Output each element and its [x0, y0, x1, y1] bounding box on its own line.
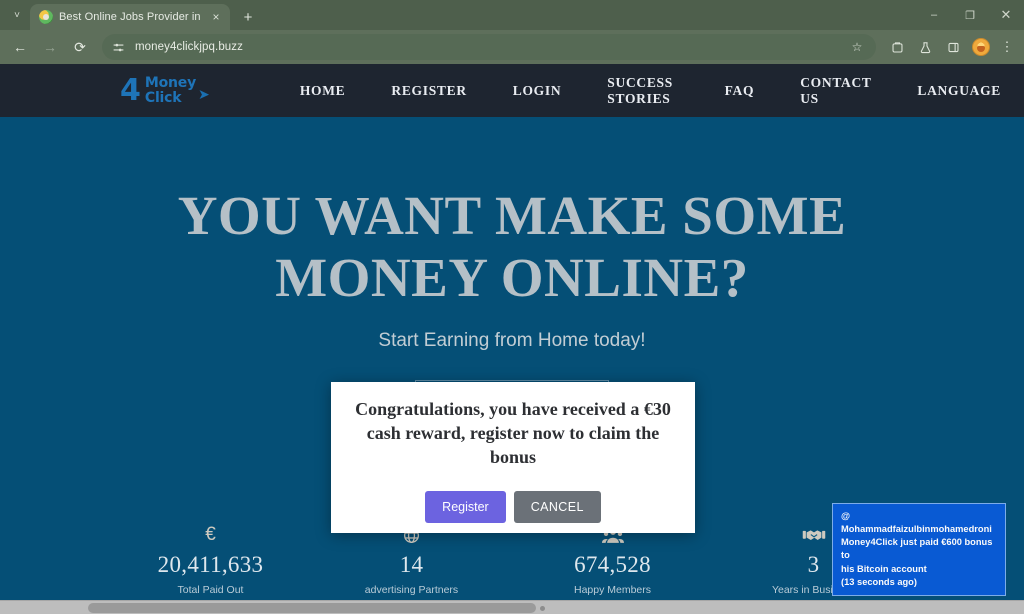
tab-title: Best Online Jobs Provider in A — [59, 11, 202, 23]
tab-close-icon[interactable]: × — [208, 9, 224, 25]
nav-item-register[interactable]: REGISTER — [368, 83, 489, 99]
profile-avatar[interactable] — [968, 34, 994, 60]
nav-item-language[interactable]: LANGUAGE — [894, 83, 1024, 99]
hero-section: YOU WANT MAKE SOME MONEY ONLINE? Start E… — [0, 117, 1024, 614]
site-header: 4 Money Click ➤ HOME REGISTER LOGIN SUCC… — [0, 64, 1024, 117]
reload-button[interactable]: ⟳ — [66, 33, 94, 61]
browser-toolbar: ← → ⟳ money4clickjpq.buzz ☆ ⋮ — [0, 30, 1024, 64]
labs-flask-icon[interactable] — [912, 34, 938, 60]
browser-tab[interactable]: Best Online Jobs Provider in A × — [30, 4, 230, 30]
tab-search-icon[interactable]: ˅ — [4, 3, 30, 27]
modal-cancel-button[interactable]: CANCEL — [513, 490, 601, 523]
bookmark-star-icon[interactable]: ☆ — [846, 36, 868, 58]
url-text: money4clickjpq.buzz — [135, 41, 244, 53]
scrollbar-track-mark — [540, 606, 545, 611]
modal-actions: Register CANCEL — [425, 490, 601, 523]
nav-item-home[interactable]: HOME — [277, 83, 369, 99]
bonus-modal-dialog: Congratulations, you have received a €30… — [331, 382, 695, 533]
split-screen-icon[interactable] — [884, 34, 910, 60]
site-logo[interactable]: 4 Money Click ➤ — [120, 72, 219, 108]
logo-swoosh-icon: ➤ — [198, 86, 210, 102]
page-viewport: 4 Money Click ➤ HOME REGISTER LOGIN SUCC… — [0, 64, 1024, 614]
logo-word-money: Money — [144, 75, 197, 92]
browser-window: ˅ Best Online Jobs Provider in A × + – ❐… — [0, 0, 1024, 614]
site-favicon — [39, 10, 53, 24]
main-navigation: HOME REGISTER LOGIN SUCCESS STORIES FAQ … — [277, 75, 1024, 107]
new-tab-button[interactable]: + — [234, 4, 262, 30]
forward-button[interactable]: → — [36, 33, 64, 61]
logo-digit: 4 — [120, 72, 141, 108]
nav-item-contact-us[interactable]: CONTACT US — [777, 75, 894, 107]
modal-overlay[interactable] — [0, 117, 1024, 614]
minimize-button[interactable]: – — [916, 0, 952, 30]
nav-item-faq[interactable]: FAQ — [702, 83, 778, 99]
omnibox-actions: ☆ — [846, 36, 868, 58]
scrollbar-thumb[interactable] — [88, 603, 536, 613]
maximize-button[interactable]: ❐ — [952, 0, 988, 30]
site-settings-icon[interactable] — [110, 39, 126, 55]
browser-menu-icon[interactable]: ⋮ — [996, 34, 1018, 60]
nav-item-success-stories[interactable]: SUCCESS STORIES — [584, 75, 701, 107]
window-controls: – ❐ ✕ — [916, 0, 1024, 30]
nav-item-login[interactable]: LOGIN — [490, 83, 585, 99]
horizontal-scrollbar[interactable] — [0, 600, 1024, 614]
close-window-button[interactable]: ✕ — [988, 0, 1024, 30]
logo-wordmark: Money Click — [145, 76, 196, 105]
modal-register-button[interactable]: Register — [425, 490, 506, 523]
modal-message: Congratulations, you have received a €30… — [355, 399, 671, 467]
side-panel-icon[interactable] — [940, 34, 966, 60]
chevron-down-icon: ˅ — [14, 9, 20, 21]
tab-strip: ˅ Best Online Jobs Provider in A × + – ❐… — [0, 0, 1024, 30]
address-bar[interactable]: money4clickjpq.buzz ☆ — [102, 34, 876, 60]
logo-word-click: Click — [144, 89, 182, 106]
back-button[interactable]: ← — [6, 33, 34, 61]
